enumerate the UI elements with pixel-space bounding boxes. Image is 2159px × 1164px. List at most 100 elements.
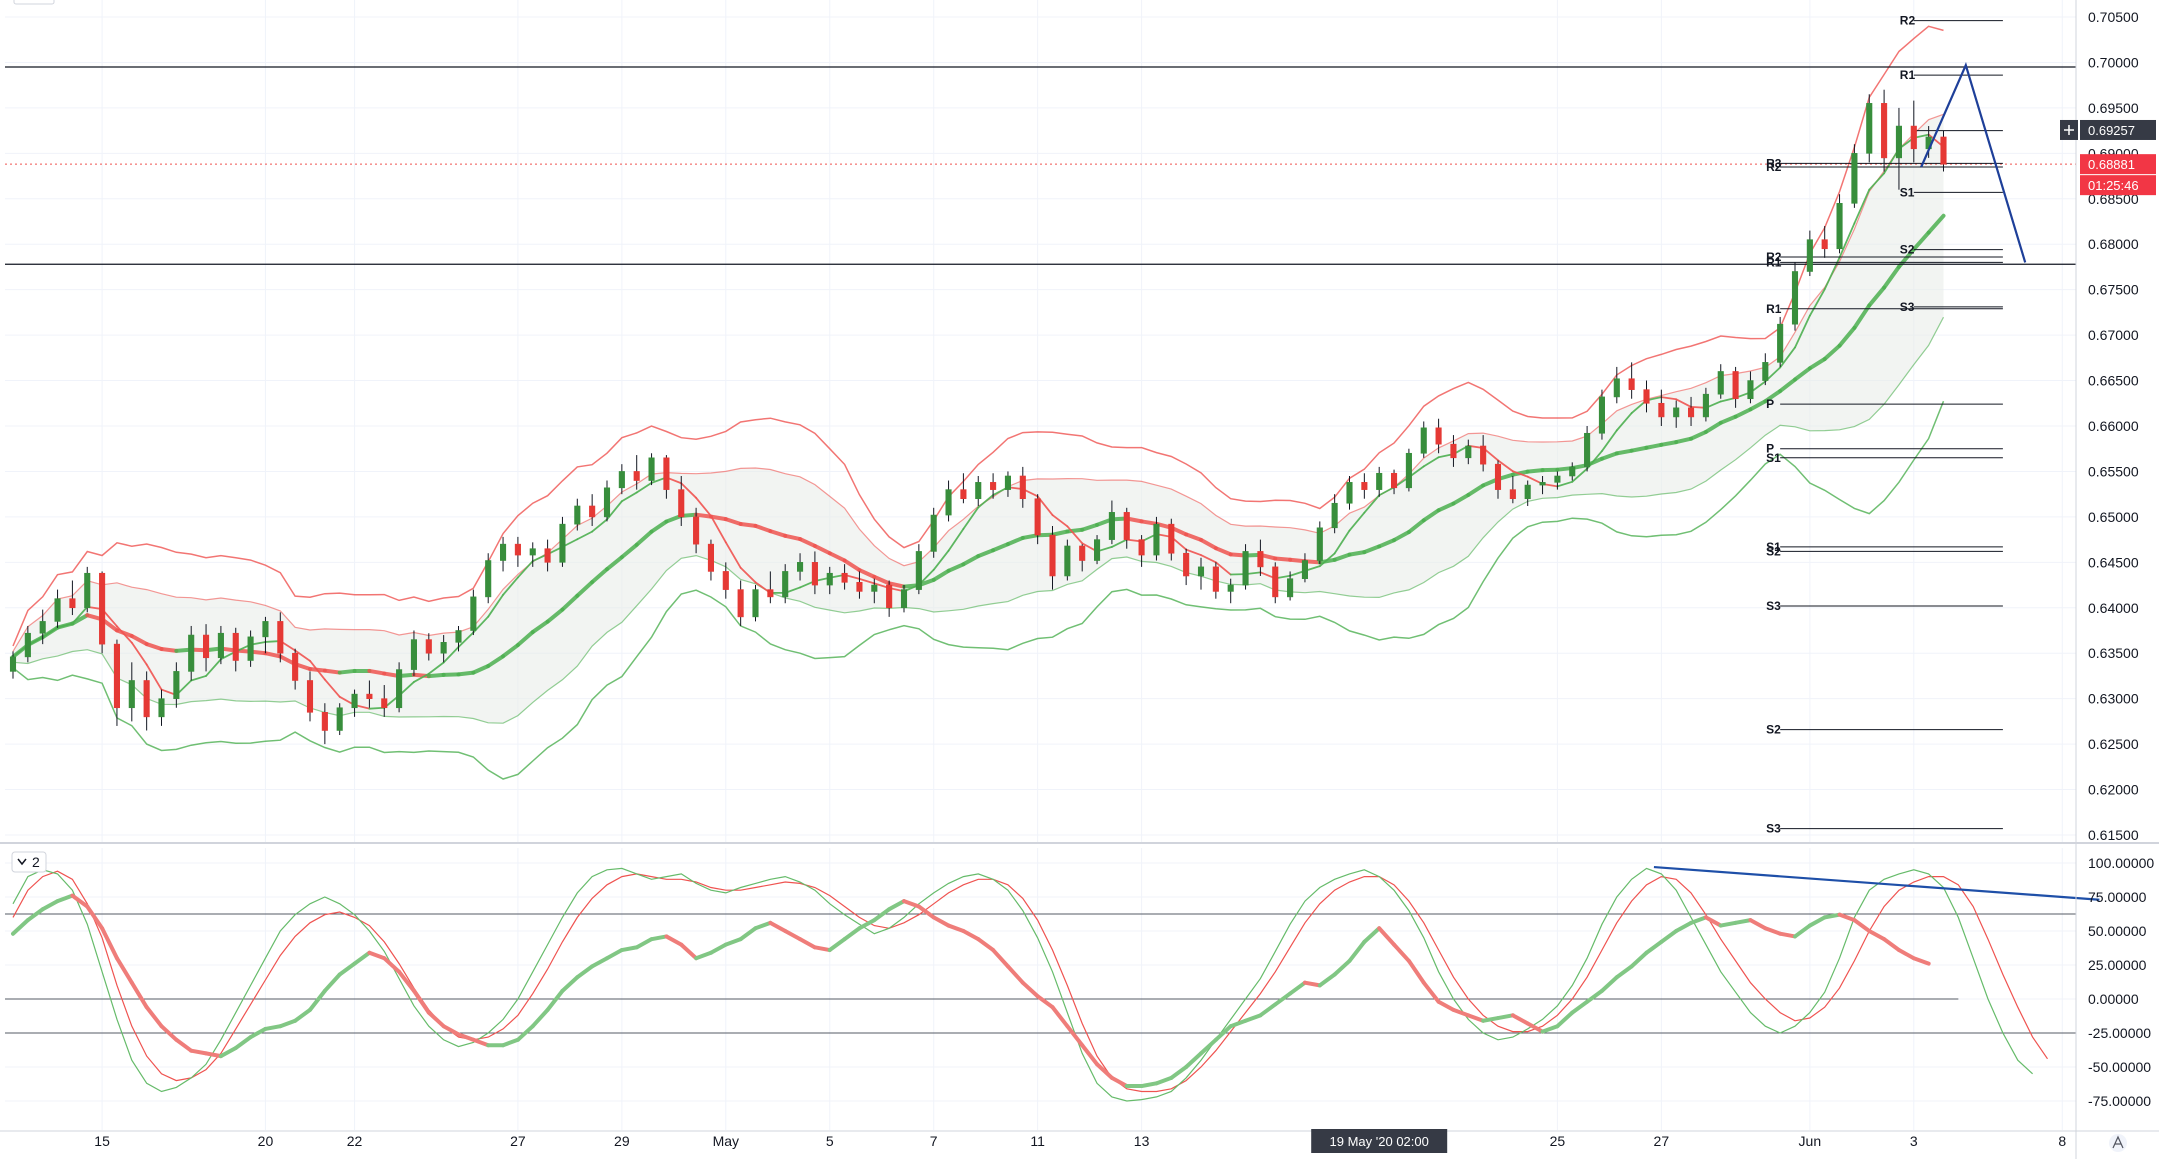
candle-body[interactable] bbox=[664, 458, 670, 490]
candle-body[interactable] bbox=[1154, 524, 1160, 555]
candle-body[interactable] bbox=[1406, 453, 1412, 488]
candle[interactable] bbox=[1421, 421, 1427, 457]
candle-body[interactable] bbox=[1035, 499, 1041, 535]
candle-body[interactable] bbox=[1258, 551, 1264, 566]
candle[interactable] bbox=[144, 671, 150, 730]
candle-body[interactable] bbox=[40, 621, 46, 633]
candle-body[interactable] bbox=[1688, 408, 1694, 417]
candle-body[interactable] bbox=[1792, 271, 1798, 324]
candle-body[interactable] bbox=[1436, 428, 1442, 444]
candle-body[interactable] bbox=[768, 590, 774, 597]
candle[interactable] bbox=[1213, 562, 1219, 598]
candle-body[interactable] bbox=[1614, 379, 1620, 397]
candle-body[interactable] bbox=[1094, 540, 1100, 561]
legend-toggle-button[interactable] bbox=[14, 0, 54, 4]
candle-body[interactable] bbox=[886, 585, 892, 608]
candle-body[interactable] bbox=[842, 573, 848, 582]
candle-body[interactable] bbox=[1540, 482, 1546, 485]
candle-body[interactable] bbox=[738, 590, 744, 617]
candle[interactable] bbox=[1777, 317, 1783, 367]
candle-body[interactable] bbox=[589, 506, 595, 517]
candle-body[interactable] bbox=[797, 562, 803, 571]
candle-body[interactable] bbox=[872, 585, 878, 591]
candle-body[interactable] bbox=[441, 642, 447, 653]
candle[interactable] bbox=[485, 553, 491, 603]
candle-body[interactable] bbox=[55, 599, 61, 622]
candle-body[interactable] bbox=[990, 482, 996, 489]
candle-body[interactable] bbox=[782, 571, 788, 596]
candle-body[interactable] bbox=[367, 694, 373, 699]
candle[interactable] bbox=[1629, 362, 1635, 398]
candle[interactable] bbox=[1807, 231, 1813, 276]
candle-body[interactable] bbox=[307, 680, 313, 712]
candle[interactable] bbox=[1867, 94, 1873, 162]
candle-body[interactable] bbox=[1451, 444, 1457, 458]
candle-body[interactable] bbox=[1332, 503, 1338, 528]
candle-body[interactable] bbox=[901, 590, 907, 608]
candle-body[interactable] bbox=[203, 635, 209, 658]
candle-body[interactable] bbox=[515, 544, 521, 555]
candle-body[interactable] bbox=[857, 582, 863, 591]
candle-body[interactable] bbox=[382, 699, 388, 708]
candle-body[interactable] bbox=[1733, 371, 1739, 398]
candle[interactable] bbox=[619, 464, 625, 494]
candle[interactable] bbox=[1317, 521, 1323, 564]
candle[interactable] bbox=[1718, 364, 1724, 399]
candle[interactable] bbox=[471, 590, 477, 635]
candle-body[interactable] bbox=[1079, 546, 1085, 561]
candle-body[interactable] bbox=[144, 680, 150, 716]
candle[interactable] bbox=[886, 581, 892, 617]
candle-body[interactable] bbox=[1466, 446, 1472, 458]
candle-body[interactable] bbox=[1273, 567, 1279, 597]
candle-body[interactable] bbox=[129, 680, 135, 707]
candle[interactable] bbox=[1362, 473, 1368, 498]
candle-body[interactable] bbox=[1748, 381, 1754, 399]
candle-body[interactable] bbox=[1139, 540, 1145, 555]
candle-body[interactable] bbox=[723, 571, 729, 589]
candle[interactable] bbox=[1273, 562, 1279, 603]
candle[interactable] bbox=[99, 571, 105, 653]
candle[interactable] bbox=[560, 517, 566, 567]
candle-body[interactable] bbox=[500, 544, 506, 560]
candle-body[interactable] bbox=[159, 699, 165, 717]
candle-body[interactable] bbox=[292, 653, 298, 680]
candle-body[interactable] bbox=[426, 640, 432, 654]
candle[interactable] bbox=[1584, 426, 1590, 471]
candle[interactable] bbox=[649, 453, 655, 485]
candle-body[interactable] bbox=[634, 471, 640, 480]
candle-body[interactable] bbox=[946, 490, 952, 515]
candle[interactable] bbox=[1065, 540, 1071, 581]
candle-body[interactable] bbox=[1555, 476, 1561, 482]
candle-body[interactable] bbox=[1065, 546, 1071, 576]
candle-body[interactable] bbox=[85, 573, 91, 608]
candle-body[interactable] bbox=[1867, 103, 1873, 153]
candle-body[interactable] bbox=[1510, 490, 1516, 499]
candle[interactable] bbox=[604, 481, 610, 522]
panel-collapse-button[interactable] bbox=[12, 852, 46, 872]
candle-body[interactable] bbox=[70, 599, 76, 608]
candle-body[interactable] bbox=[693, 517, 699, 544]
candle-body[interactable] bbox=[1198, 567, 1204, 576]
candle[interactable] bbox=[961, 473, 967, 503]
candle-body[interactable] bbox=[1183, 553, 1189, 576]
candle-body[interactable] bbox=[322, 712, 328, 730]
candle-body[interactable] bbox=[1124, 512, 1130, 539]
auto-scale-button[interactable] bbox=[2109, 1134, 2127, 1152]
candle-body[interactable] bbox=[679, 490, 685, 517]
candle[interactable] bbox=[1614, 367, 1620, 403]
candle[interactable] bbox=[738, 581, 744, 626]
candle[interactable] bbox=[1599, 390, 1605, 440]
candle-body[interactable] bbox=[1777, 324, 1783, 362]
candle-body[interactable] bbox=[1347, 482, 1353, 503]
candle-body[interactable] bbox=[1941, 137, 1947, 164]
candle-body[interactable] bbox=[1881, 103, 1887, 158]
candle[interactable] bbox=[753, 585, 759, 621]
candle-body[interactable] bbox=[1376, 473, 1382, 489]
candle-body[interactable] bbox=[1243, 551, 1249, 585]
candle-body[interactable] bbox=[396, 670, 402, 708]
candle-body[interactable] bbox=[1807, 240, 1813, 272]
candle-body[interactable] bbox=[233, 633, 239, 660]
candle[interactable] bbox=[1406, 449, 1412, 492]
candle[interactable] bbox=[1094, 535, 1100, 564]
candle[interactable] bbox=[1837, 194, 1843, 253]
